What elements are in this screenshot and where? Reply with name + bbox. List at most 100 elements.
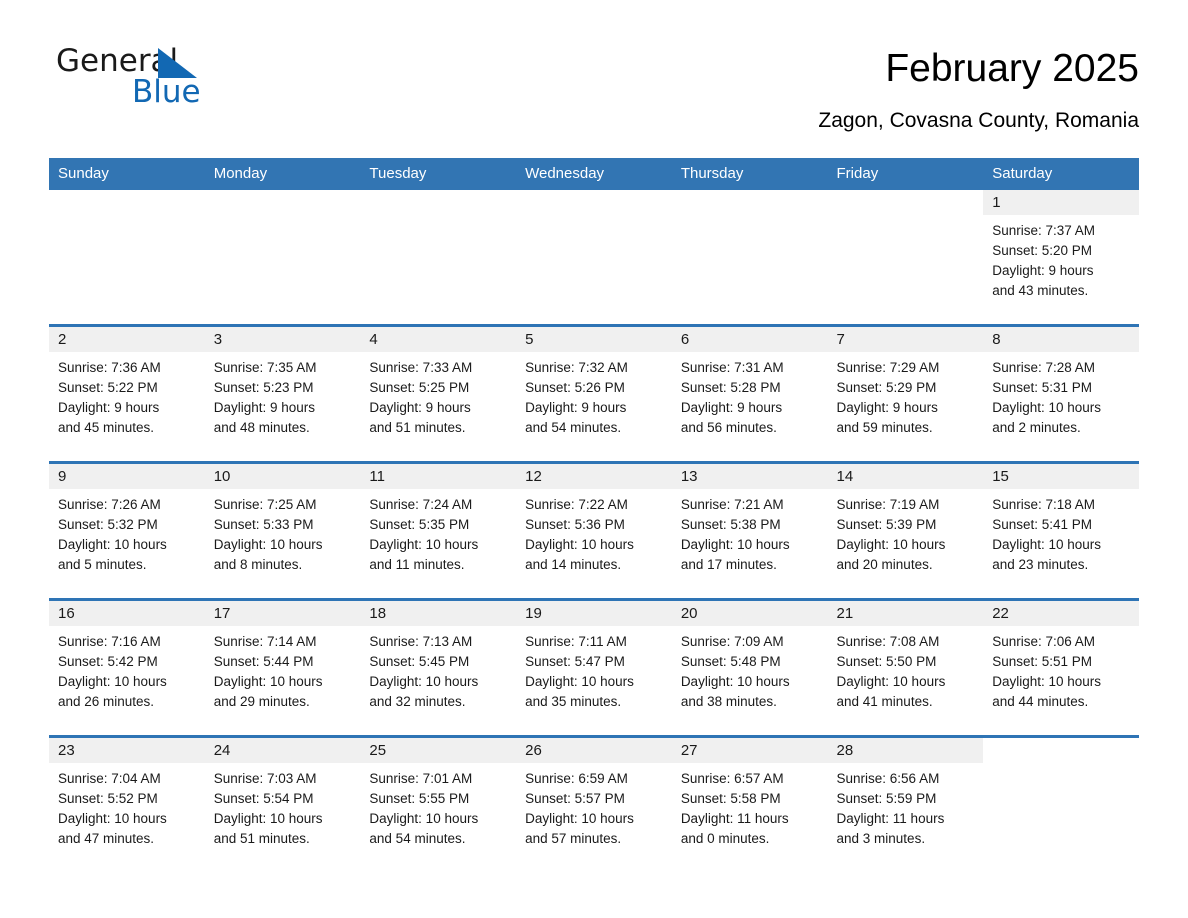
day-details: Sunrise: 7:32 AM Sunset: 5:26 PM Daylight:… — [516, 352, 672, 438]
page-title: February 2025 — [885, 47, 1139, 90]
day-number: 5 — [516, 327, 672, 352]
sunrise-text: Sunrise: 7:37 AM — [992, 223, 1096, 238]
calendar-day[interactable]: 7 Sunrise: 7:29 AM Sunset: 5:29 PM Daylight… — [827, 327, 984, 461]
sunset-text: Sunset: 5:52 PM — [58, 791, 158, 806]
calendar-day[interactable]: 17 Sunrise: 7:14 AM Sunset: 5:44 PM Dayligh… — [204, 601, 361, 735]
day-number: 4 — [360, 327, 517, 352]
sunset-text: Sunset: 5:42 PM — [58, 654, 158, 669]
sunrise-text: Sunrise: 7:31 AM — [680, 360, 784, 375]
day-number — [360, 190, 516, 215]
sunrise-text: Sunrise: 7:09 AM — [680, 634, 784, 649]
sunrise-text: Sunrise: 7:14 AM — [213, 634, 317, 649]
daylight-text-line1: Daylight: 10 hours — [525, 674, 634, 689]
calendar-day[interactable]: 16 Sunrise: 7:16 AM Sunset: 5:42 PM Dayligh… — [49, 601, 205, 735]
day-details: Sunrise: 6:59 AM Sunset: 5:57 PM Daylight:… — [516, 763, 672, 849]
calendar-day[interactable]: 25 Sunrise: 7:01 AM Sunset: 5:55 PM Dayligh… — [360, 738, 517, 872]
daylight-text-line2: and 8 minutes. — [213, 557, 303, 572]
calendar-cell: 14 Sunrise: 7:19 AM Sunset: 5:39 PM Dayligh… — [827, 461, 984, 600]
day-details: Sunrise: 6:56 AM Sunset: 5:59 PM Daylight:… — [828, 763, 984, 849]
calendar-day[interactable]: 23 Sunrise: 7:04 AM Sunset: 5:52 PM Dayligh… — [49, 738, 205, 872]
daylight-text-line2: and 26 minutes. — [58, 694, 155, 709]
daylight-text-line2: and 57 minutes. — [525, 831, 622, 846]
calendar-day[interactable]: 27 Sunrise: 6:57 AM Sunset: 5:58 PM Dayligh… — [671, 738, 828, 872]
calendar-day[interactable]: 2 Sunrise: 7:36 AM Sunset: 5:22 PM Daylight… — [49, 327, 205, 461]
daylight-text-line2: and 54 minutes. — [525, 420, 622, 435]
calendar-day[interactable]: 19 Sunrise: 7:11 AM Sunset: 5:47 PM Dayligh… — [516, 601, 672, 735]
day-number: 12 — [516, 464, 672, 489]
day-number: 6 — [671, 327, 828, 352]
daylight-text-line1: Daylight: 10 hours — [369, 537, 479, 552]
daylight-text-line1: Daylight: 9 hours — [992, 263, 1094, 278]
calendar-cell: 18 Sunrise: 7:13 AM Sunset: 5:45 PM Dayligh… — [360, 598, 517, 737]
sunset-text: Sunset: 5:59 PM — [836, 791, 937, 806]
daylight-text-line1: Daylight: 9 hours — [369, 400, 471, 415]
sunrise-text: Sunrise: 7:24 AM — [369, 497, 473, 512]
day-details: Sunrise: 7:13 AM Sunset: 5:45 PM Daylight:… — [360, 626, 516, 712]
day-number: 18 — [360, 601, 517, 626]
calendar-day[interactable]: 6 Sunrise: 7:31 AM Sunset: 5:28 PM Daylight… — [671, 327, 828, 461]
day-details: Sunrise: 7:18 AM Sunset: 5:41 PM Daylight:… — [983, 489, 1139, 575]
sunset-text: Sunset: 5:50 PM — [836, 654, 937, 669]
calendar-day[interactable]: 28 Sunrise: 6:56 AM Sunset: 5:59 PM Dayligh… — [827, 738, 984, 872]
day-number: 26 — [516, 738, 672, 763]
daylight-text-line2: and 3 minutes. — [836, 831, 926, 846]
day-number — [828, 190, 984, 215]
daylight-text-line2: and 56 minutes. — [680, 420, 777, 435]
calendar-day[interactable]: 26 Sunrise: 6:59 AM Sunset: 5:57 PM Dayligh… — [516, 738, 672, 872]
calendar-day[interactable]: 10 Sunrise: 7:25 AM Sunset: 5:33 PM Dayligh… — [204, 464, 361, 598]
sunset-text: Sunset: 5:28 PM — [680, 380, 781, 395]
daylight-text-line1: Daylight: 10 hours — [213, 811, 323, 826]
calendar-cell — [983, 735, 1139, 872]
calendar-cell: 12 Sunrise: 7:22 AM Sunset: 5:36 PM Dayligh… — [516, 461, 672, 600]
sunrise-text: Sunrise: 7:32 AM — [525, 360, 628, 375]
day-number: 10 — [204, 464, 361, 489]
sunrise-text: Sunrise: 7:04 AM — [58, 771, 161, 786]
day-number: 17 — [204, 601, 361, 626]
sunrise-text: Sunrise: 7:16 AM — [58, 634, 161, 649]
daylight-text-line2: and 23 minutes. — [992, 557, 1089, 572]
calendar-day[interactable]: 9 Sunrise: 7:26 AM Sunset: 5:32 PM Daylight… — [49, 464, 205, 598]
daylight-text-line1: Daylight: 9 hours — [525, 400, 627, 415]
calendar-day[interactable]: 13 Sunrise: 7:21 AM Sunset: 5:38 PM Dayligh… — [671, 464, 828, 598]
day-details: Sunrise: 7:28 AM Sunset: 5:31 PM Daylight:… — [983, 352, 1139, 438]
calendar-cell — [828, 190, 984, 326]
sunrise-text: Sunrise: 7:03 AM — [213, 771, 317, 786]
calendar-day[interactable]: 20 Sunrise: 7:09 AM Sunset: 5:48 PM Dayligh… — [671, 601, 828, 735]
calendar-day[interactable]: 3 Sunrise: 7:35 AM Sunset: 5:23 PM Daylight… — [204, 327, 361, 461]
daylight-text-line2: and 35 minutes. — [525, 694, 622, 709]
day-number: 2 — [49, 327, 205, 352]
calendar-day[interactable]: 15 Sunrise: 7:18 AM Sunset: 5:41 PM Dayligh… — [983, 464, 1139, 598]
day-number: 11 — [360, 464, 517, 489]
daylight-text-line2: and 51 minutes. — [213, 831, 310, 846]
sunset-text: Sunset: 5:41 PM — [992, 517, 1093, 532]
day-number: 13 — [671, 464, 828, 489]
calendar-day[interactable]: 22 Sunrise: 7:06 AM Sunset: 5:51 PM Dayligh… — [983, 601, 1139, 735]
calendar-cell — [360, 190, 516, 326]
general-blue-logo[interactable]: General Blue — [56, 46, 276, 120]
sunset-text: Sunset: 5:22 PM — [58, 380, 158, 395]
calendar-day[interactable]: 24 Sunrise: 7:03 AM Sunset: 5:54 PM Dayligh… — [204, 738, 361, 872]
calendar-day[interactable]: 8 Sunrise: 7:28 AM Sunset: 5:31 PM Daylight… — [983, 327, 1139, 461]
calendar-day[interactable]: 14 Sunrise: 7:19 AM Sunset: 5:39 PM Dayligh… — [827, 464, 984, 598]
sunset-text: Sunset: 5:38 PM — [680, 517, 781, 532]
calendar-day[interactable]: 1 Sunrise: 7:37 AM Sunset: 5:20 PM Daylight… — [983, 190, 1139, 324]
calendar-cell: 15 Sunrise: 7:18 AM Sunset: 5:41 PM Dayligh… — [983, 461, 1139, 600]
calendar-day[interactable]: 12 Sunrise: 7:22 AM Sunset: 5:36 PM Dayligh… — [516, 464, 672, 598]
calendar-day[interactable]: 4 Sunrise: 7:33 AM Sunset: 5:25 PM Daylight… — [360, 327, 517, 461]
calendar-cell: 4 Sunrise: 7:33 AM Sunset: 5:25 PM Daylight… — [360, 324, 517, 463]
day-details: Sunrise: 7:06 AM Sunset: 5:51 PM Daylight:… — [983, 626, 1139, 712]
calendar-cell: 9 Sunrise: 7:26 AM Sunset: 5:32 PM Daylight… — [49, 461, 205, 600]
sunrise-text: Sunrise: 7:33 AM — [369, 360, 473, 375]
daylight-text-line1: Daylight: 9 hours — [213, 400, 316, 415]
calendar-day[interactable]: 18 Sunrise: 7:13 AM Sunset: 5:45 PM Dayligh… — [360, 601, 517, 735]
day-number: 7 — [827, 327, 984, 352]
calendar-day[interactable]: 11 Sunrise: 7:24 AM Sunset: 5:35 PM Dayligh… — [360, 464, 517, 598]
day-number: 20 — [671, 601, 828, 626]
sunset-text: Sunset: 5:31 PM — [992, 380, 1093, 395]
daylight-text-line1: Daylight: 10 hours — [525, 537, 634, 552]
daylight-text-line1: Daylight: 10 hours — [58, 537, 167, 552]
sunrise-text: Sunrise: 7:06 AM — [992, 634, 1096, 649]
calendar-day[interactable]: 21 Sunrise: 7:08 AM Sunset: 5:50 PM Dayligh… — [827, 601, 984, 735]
calendar-day[interactable]: 5 Sunrise: 7:32 AM Sunset: 5:26 PM Daylight… — [516, 327, 672, 461]
sunrise-text: Sunrise: 7:08 AM — [836, 634, 940, 649]
